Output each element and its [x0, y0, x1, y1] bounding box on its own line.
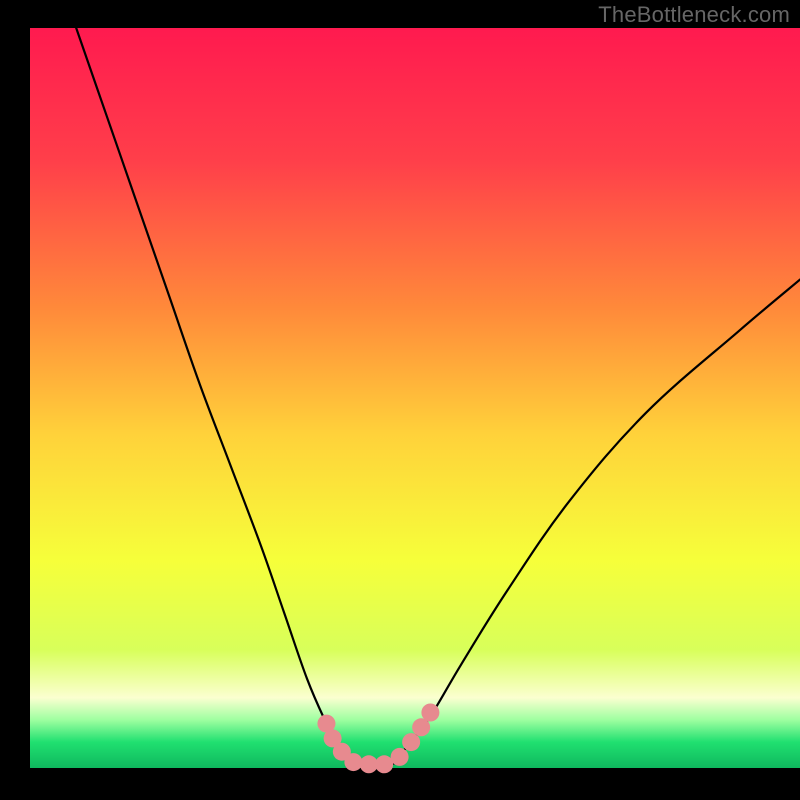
bottleneck-chart [0, 0, 800, 800]
marker-dot [344, 753, 362, 771]
marker-dot [360, 755, 378, 773]
plot-background [30, 28, 800, 768]
marker-dot [421, 704, 439, 722]
chart-stage: TheBottleneck.com [0, 0, 800, 800]
marker-dot [402, 733, 420, 751]
watermark-text: TheBottleneck.com [598, 2, 790, 28]
marker-dot [391, 748, 409, 766]
marker-dot [375, 755, 393, 773]
